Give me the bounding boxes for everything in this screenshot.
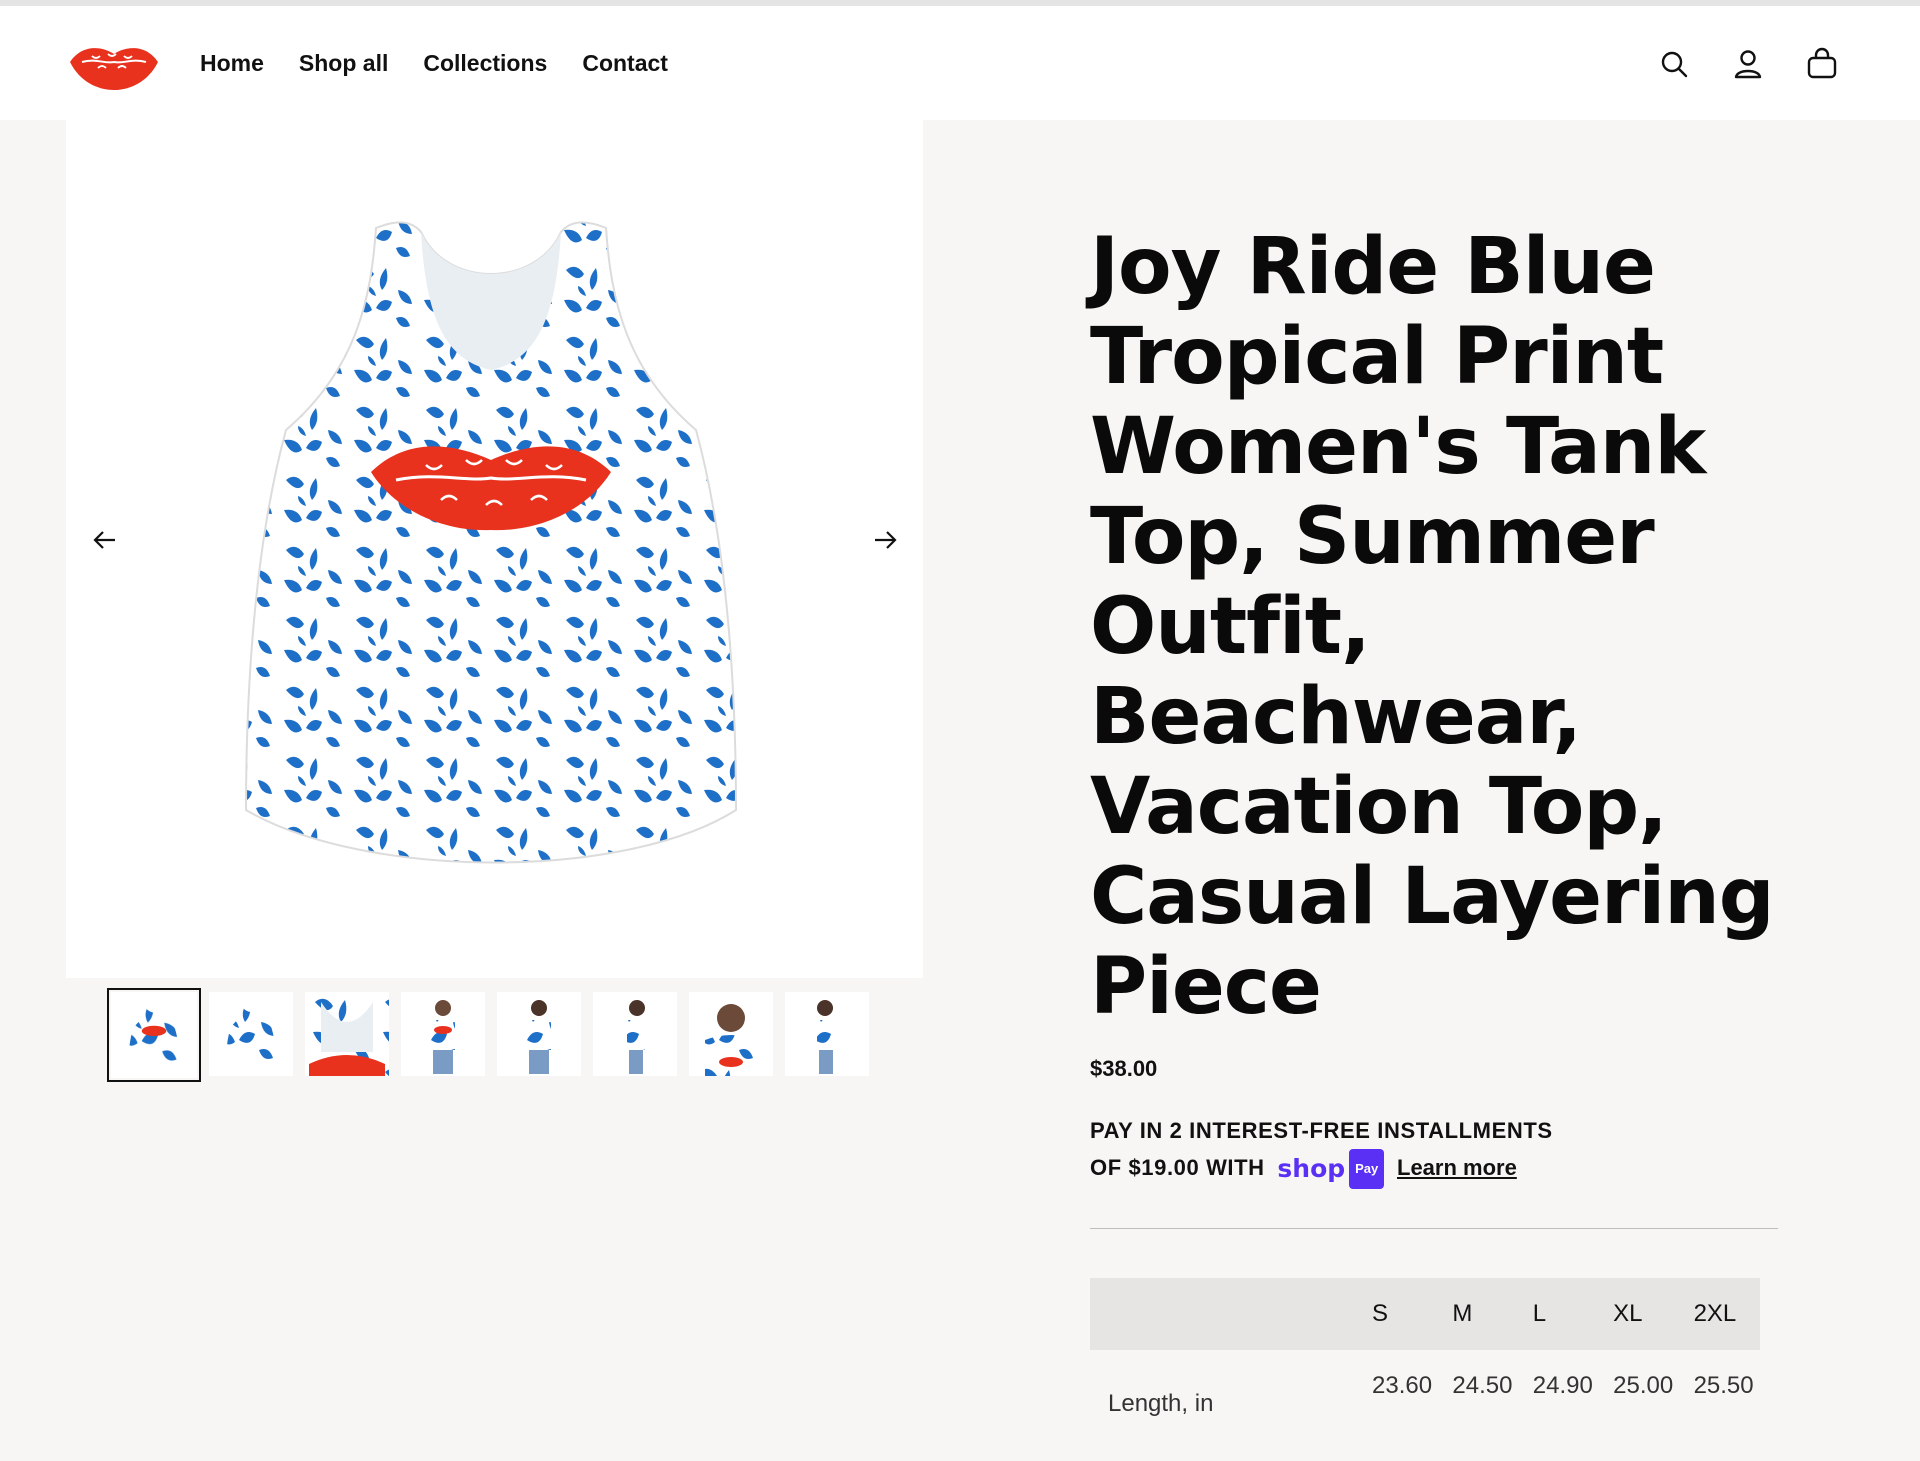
thumbnail[interactable] (305, 992, 389, 1076)
table-row: Length, in 23.60 24.50 24.90 25.00 25.50 (1090, 1350, 1760, 1422)
nav-home[interactable]: Home (200, 48, 264, 78)
shop-pay-logo-icon: shop Pay (1277, 1149, 1385, 1189)
shop-pay-chip: Pay (1349, 1149, 1385, 1189)
nav-contact[interactable]: Contact (582, 48, 668, 78)
size-table-header-row: S M L XL 2XL (1090, 1278, 1760, 1350)
product-title: Joy Ride Blue Tropical Print Women's Tan… (1090, 222, 1775, 1032)
size-chart-table: S M L XL 2XL Length, in 23.60 24.50 24.9… (1090, 1278, 1760, 1422)
size-header-empty (1090, 1278, 1358, 1350)
thumbnail[interactable] (689, 992, 773, 1076)
thumbnail[interactable] (401, 992, 485, 1076)
installments-prefix: OF $19.00 WITH (1090, 1154, 1265, 1180)
size-header-l: L (1532, 1300, 1547, 1327)
nav-shop-all[interactable]: Shop all (299, 48, 388, 78)
table-cell: 25.00 (1613, 1372, 1674, 1399)
installments-message: PAY IN 2 INTEREST-FREE INSTALLMENTS OF $… (1090, 1113, 1710, 1189)
product-price: $38.00 (1090, 1056, 1158, 1081)
installments-line-1: PAY IN 2 INTEREST-FREE INSTALLMENTS (1090, 1118, 1553, 1143)
thumbnail[interactable] (107, 988, 201, 1082)
header-icons (1656, 46, 1840, 82)
size-header-xl: XL (1613, 1300, 1643, 1327)
thumbnail[interactable] (593, 992, 677, 1076)
table-cell: 25.50 (1693, 1372, 1754, 1399)
table-cell: 24.90 (1532, 1372, 1593, 1399)
table-cell: 24.50 (1452, 1372, 1513, 1399)
installments-line-2: OF $19.00 WITH shop Pay Learn more (1090, 1149, 1710, 1189)
thumbnail[interactable] (785, 992, 869, 1076)
account-icon[interactable] (1730, 46, 1766, 82)
shop-pay-word: shop (1277, 1154, 1346, 1183)
product-info: Joy Ride Blue Tropical Print Women's Tan… (1090, 222, 1850, 1032)
size-header-2xl: 2XL (1693, 1300, 1737, 1327)
product-main-image[interactable] (66, 120, 923, 978)
arrow-left-icon[interactable] (85, 520, 125, 560)
size-header-m: M (1452, 1300, 1473, 1327)
arrow-right-icon[interactable] (865, 520, 905, 560)
main-nav: Home Shop all Collections Contact (200, 48, 668, 78)
site-header: Home Shop all Collections Contact (0, 6, 1920, 120)
search-icon[interactable] (1656, 46, 1692, 82)
nav-collections[interactable]: Collections (423, 48, 547, 78)
thumbnail[interactable] (209, 992, 293, 1076)
divider (1090, 1228, 1778, 1229)
learn-more-link[interactable]: Learn more (1397, 1155, 1517, 1180)
table-cell: 23.60 (1372, 1372, 1433, 1399)
thumbnail[interactable] (497, 992, 581, 1076)
cart-icon[interactable] (1804, 46, 1840, 82)
size-header-s: S (1372, 1300, 1389, 1327)
thumbnail-strip (107, 988, 869, 1082)
row-label: Length, in (1108, 1390, 1214, 1417)
lips-logo-icon[interactable] (68, 42, 160, 92)
